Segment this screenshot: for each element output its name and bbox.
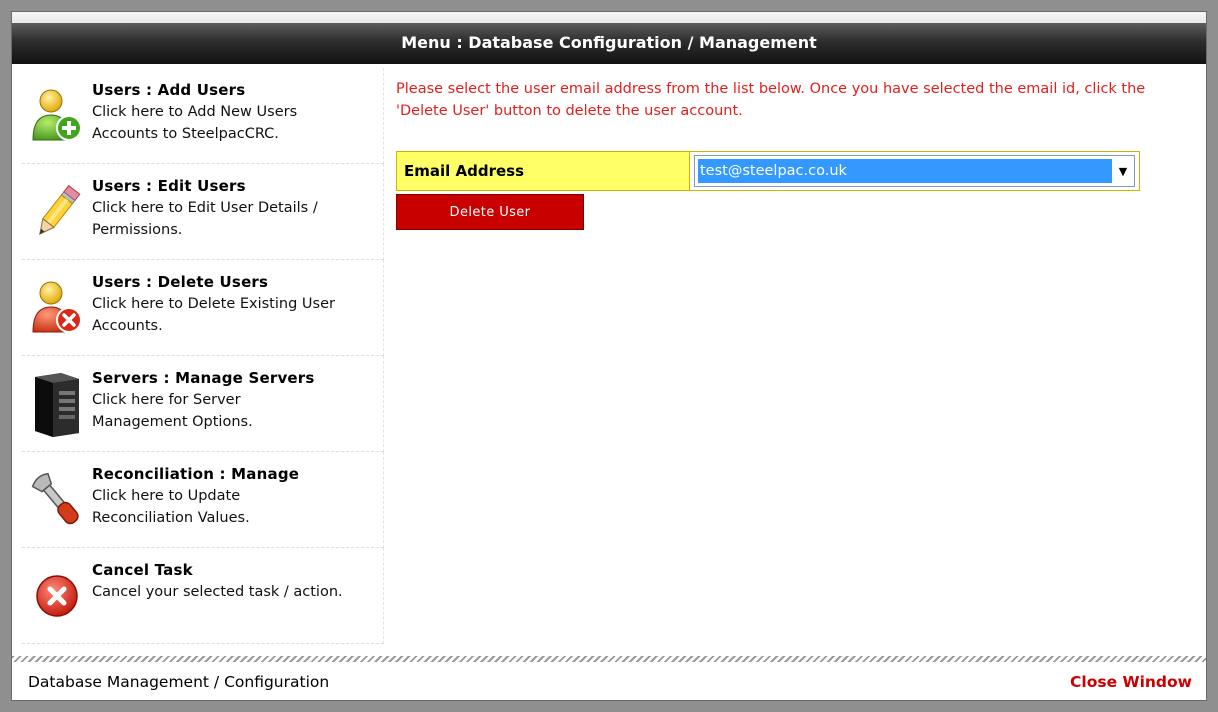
chevron-down-icon[interactable]: ▼: [1112, 165, 1134, 178]
sidebar-item-manage-servers[interactable]: Servers : Manage Servers Click here for …: [22, 356, 384, 452]
sidebar-item-description: Click here to Delete Existing User Accou…: [92, 296, 335, 334]
sidebar-item-add-users[interactable]: Users : Add Users Click here to Add New …: [22, 68, 384, 164]
delete-user-icon: [22, 260, 92, 356]
sidebar-item-cancel-task[interactable]: Cancel Task Cancel your selected task / …: [22, 548, 384, 644]
sidebar-item-description: Click here for Server Management Options…: [92, 392, 253, 430]
email-select-cell: test@steelpac.co.uk ▼: [690, 151, 1140, 191]
close-window-link[interactable]: Close Window: [1070, 673, 1192, 691]
footer-text: Database Management / Configuration: [28, 673, 330, 691]
sidebar-item-description: Click here to Update Reconciliation Valu…: [92, 488, 250, 526]
email-label: Email Address: [396, 151, 690, 191]
sidebar-item-edit-users[interactable]: Users : Edit Users Click here to Edit Us…: [22, 164, 384, 260]
sidebar-item-heading: Reconciliation : Manage: [92, 465, 300, 483]
email-select-value: test@steelpac.co.uk: [698, 159, 1112, 183]
cancel-icon: [22, 548, 92, 644]
sidebar-item-description: Click here to Edit User Details / Permis…: [92, 200, 318, 238]
wrench-icon: [22, 452, 92, 548]
sidebar-item-heading: Servers : Manage Servers: [92, 369, 315, 387]
footer-divider: [12, 656, 1206, 662]
title-bar: Menu : Database Configuration / Manageme…: [12, 12, 1206, 64]
sidebar-item-heading: Users : Delete Users: [92, 273, 269, 291]
pencil-icon: [22, 164, 92, 260]
delete-user-button[interactable]: Delete User: [396, 194, 584, 230]
footer: Database Management / Configuration Clos…: [12, 664, 1206, 700]
email-row: Email Address test@steelpac.co.uk ▼: [396, 151, 1186, 191]
instructions-text: Please select the user email address fro…: [396, 81, 1146, 119]
email-select[interactable]: test@steelpac.co.uk ▼: [694, 155, 1135, 187]
sidebar-item-delete-users[interactable]: Users : Delete Users Click here to Delet…: [22, 260, 384, 356]
sidebar-item-reconciliation[interactable]: Reconciliation : Manage Click here to Up…: [22, 452, 384, 548]
sidebar-item-heading: Cancel Task: [92, 561, 193, 579]
sidebar-item-description: Click here to Add New Users Accounts to …: [92, 104, 298, 142]
sidebar-item-description: Cancel your selected task / action.: [92, 584, 343, 600]
server-icon: [22, 356, 92, 452]
window-title: Menu : Database Configuration / Manageme…: [401, 33, 817, 52]
main-content: Please select the user email address fro…: [396, 78, 1186, 230]
sidebar-item-heading: Users : Add Users: [92, 81, 246, 99]
sidebar-menu: Users : Add Users Click here to Add New …: [22, 68, 384, 654]
dialog-window: Menu : Database Configuration / Manageme…: [11, 11, 1207, 701]
sidebar-item-heading: Users : Edit Users: [92, 177, 246, 195]
add-user-icon: [22, 68, 92, 164]
